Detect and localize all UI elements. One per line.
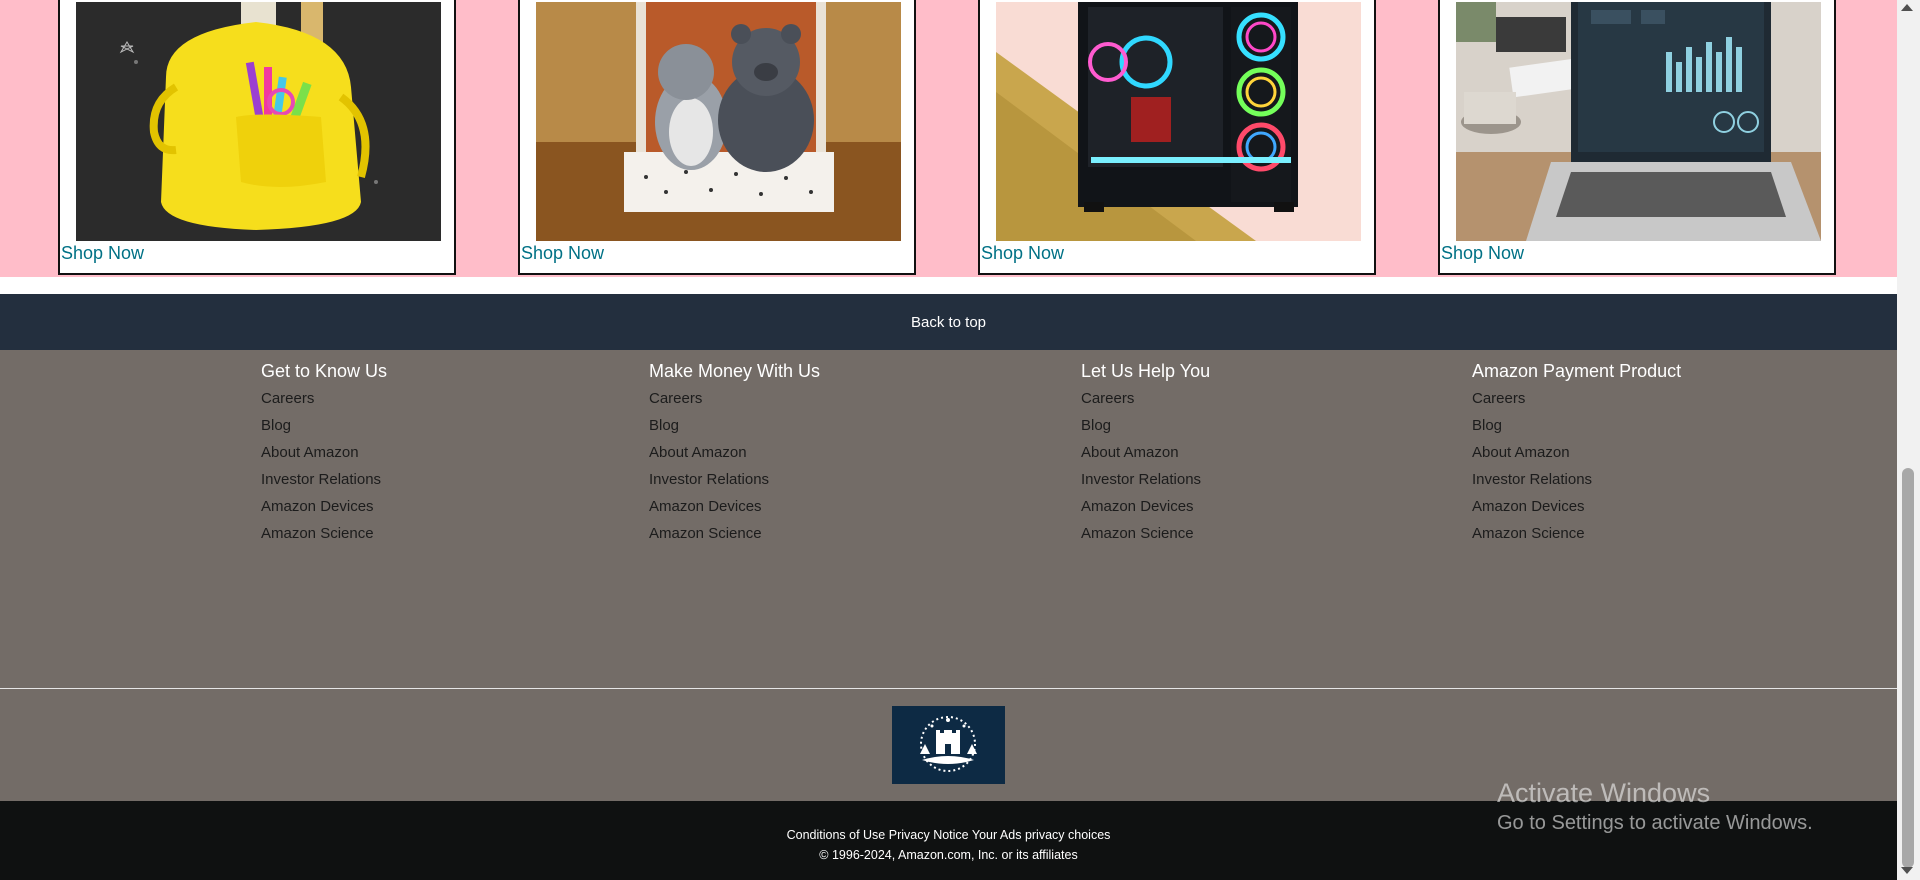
footer-column-get-to-know-us: Get to Know Us Careers Blog About Amazon… bbox=[261, 360, 387, 550]
shop-now-link[interactable]: Shop Now bbox=[1441, 243, 1524, 264]
product-card-gaming-pc[interactable]: Shop Now bbox=[978, 0, 1376, 275]
footer-link-careers[interactable]: Careers bbox=[649, 388, 820, 415]
scrollbar-thumb[interactable] bbox=[1902, 468, 1914, 868]
page: Shop Now Shop Now Shop Now Shop Now Back… bbox=[0, 0, 1897, 880]
footer-link-blog[interactable]: Blog bbox=[1472, 415, 1681, 442]
footer-link-amazon-devices[interactable]: Amazon Devices bbox=[1472, 496, 1681, 523]
shop-now-link[interactable]: Shop Now bbox=[61, 243, 144, 264]
copyright-text: © 1996-2024, Amazon.com, Inc. or its aff… bbox=[819, 848, 1078, 862]
footer-column-heading: Get to Know Us bbox=[261, 361, 388, 381]
shop-now-link[interactable]: Shop Now bbox=[521, 243, 604, 264]
backpack-image[interactable] bbox=[76, 2, 441, 241]
legal-links: Conditions of Use Privacy Notice Your Ad… bbox=[0, 828, 1897, 842]
footer-link-investor-relations[interactable]: Investor Relations bbox=[1472, 469, 1681, 496]
footer-link-amazon-devices[interactable]: Amazon Devices bbox=[261, 496, 387, 523]
footer-column-heading: Let Us Help You bbox=[1081, 361, 1211, 381]
footer-link-amazon-devices[interactable]: Amazon Devices bbox=[649, 496, 820, 523]
footer-link-about-amazon[interactable]: About Amazon bbox=[261, 442, 387, 469]
footer-links: Get to Know Us Careers Blog About Amazon… bbox=[0, 350, 1897, 689]
footer-column-amazon-payment-product: Amazon Payment Product Careers Blog Abou… bbox=[1472, 360, 1681, 550]
footer-link-investor-relations[interactable]: Investor Relations bbox=[649, 469, 820, 496]
footer-link-amazon-science[interactable]: Amazon Science bbox=[1472, 523, 1681, 550]
conditions-of-use-link[interactable]: Conditions of Use bbox=[787, 828, 886, 842]
ads-privacy-choices-link[interactable]: Your Ads privacy choices bbox=[972, 828, 1111, 842]
footer-link-blog[interactable]: Blog bbox=[261, 415, 387, 442]
footer-column-heading: Amazon Payment Product bbox=[1472, 361, 1682, 381]
product-card-backpack[interactable]: Shop Now bbox=[58, 0, 456, 275]
footer-link-blog[interactable]: Blog bbox=[1081, 415, 1210, 442]
shop-now-link[interactable]: Shop Now bbox=[981, 243, 1064, 264]
footer-link-careers[interactable]: Careers bbox=[1081, 388, 1210, 415]
site-logo[interactable] bbox=[892, 706, 1005, 784]
footer-link-about-amazon[interactable]: About Amazon bbox=[1472, 442, 1681, 469]
footer-link-amazon-science[interactable]: Amazon Science bbox=[649, 523, 820, 550]
product-strip: Shop Now Shop Now Shop Now Shop Now bbox=[0, 0, 1897, 277]
footer-link-about-amazon[interactable]: About Amazon bbox=[649, 442, 820, 469]
footer-link-investor-relations[interactable]: Investor Relations bbox=[261, 469, 387, 496]
footer-link-amazon-science[interactable]: Amazon Science bbox=[1081, 523, 1210, 550]
footer-link-amazon-devices[interactable]: Amazon Devices bbox=[1081, 496, 1210, 523]
laptop-image[interactable] bbox=[1456, 2, 1821, 241]
footer-column-make-money-with-us: Make Money With Us Careers Blog About Am… bbox=[649, 360, 820, 550]
product-card-laptop[interactable]: Shop Now bbox=[1438, 0, 1836, 275]
footer-link-about-amazon[interactable]: About Amazon bbox=[1081, 442, 1210, 469]
footer-link-investor-relations[interactable]: Investor Relations bbox=[1081, 469, 1210, 496]
scroll-up-arrow-icon[interactable] bbox=[1901, 4, 1913, 11]
footer-column-let-us-help-you: Let Us Help You Careers Blog About Amazo… bbox=[1081, 360, 1210, 550]
footer-column-heading: Make Money With Us bbox=[649, 361, 821, 381]
footer-link-amazon-science[interactable]: Amazon Science bbox=[261, 523, 387, 550]
privacy-notice-link[interactable]: Privacy Notice bbox=[889, 828, 969, 842]
product-card-plush-toys[interactable]: Shop Now bbox=[518, 0, 916, 275]
vertical-scrollbar[interactable] bbox=[1897, 0, 1920, 880]
footer-link-careers[interactable]: Careers bbox=[1472, 388, 1681, 415]
back-to-top-button[interactable]: Back to top bbox=[0, 294, 1897, 350]
footer-link-careers[interactable]: Careers bbox=[261, 388, 387, 415]
logo-band bbox=[0, 689, 1897, 801]
gaming-pc-image[interactable] bbox=[996, 2, 1361, 241]
scroll-down-arrow-icon[interactable] bbox=[1901, 867, 1913, 874]
footer-link-blog[interactable]: Blog bbox=[649, 415, 820, 442]
legal-bar: Conditions of Use Privacy Notice Your Ad… bbox=[0, 801, 1897, 880]
plush-toys-image[interactable] bbox=[536, 2, 901, 241]
